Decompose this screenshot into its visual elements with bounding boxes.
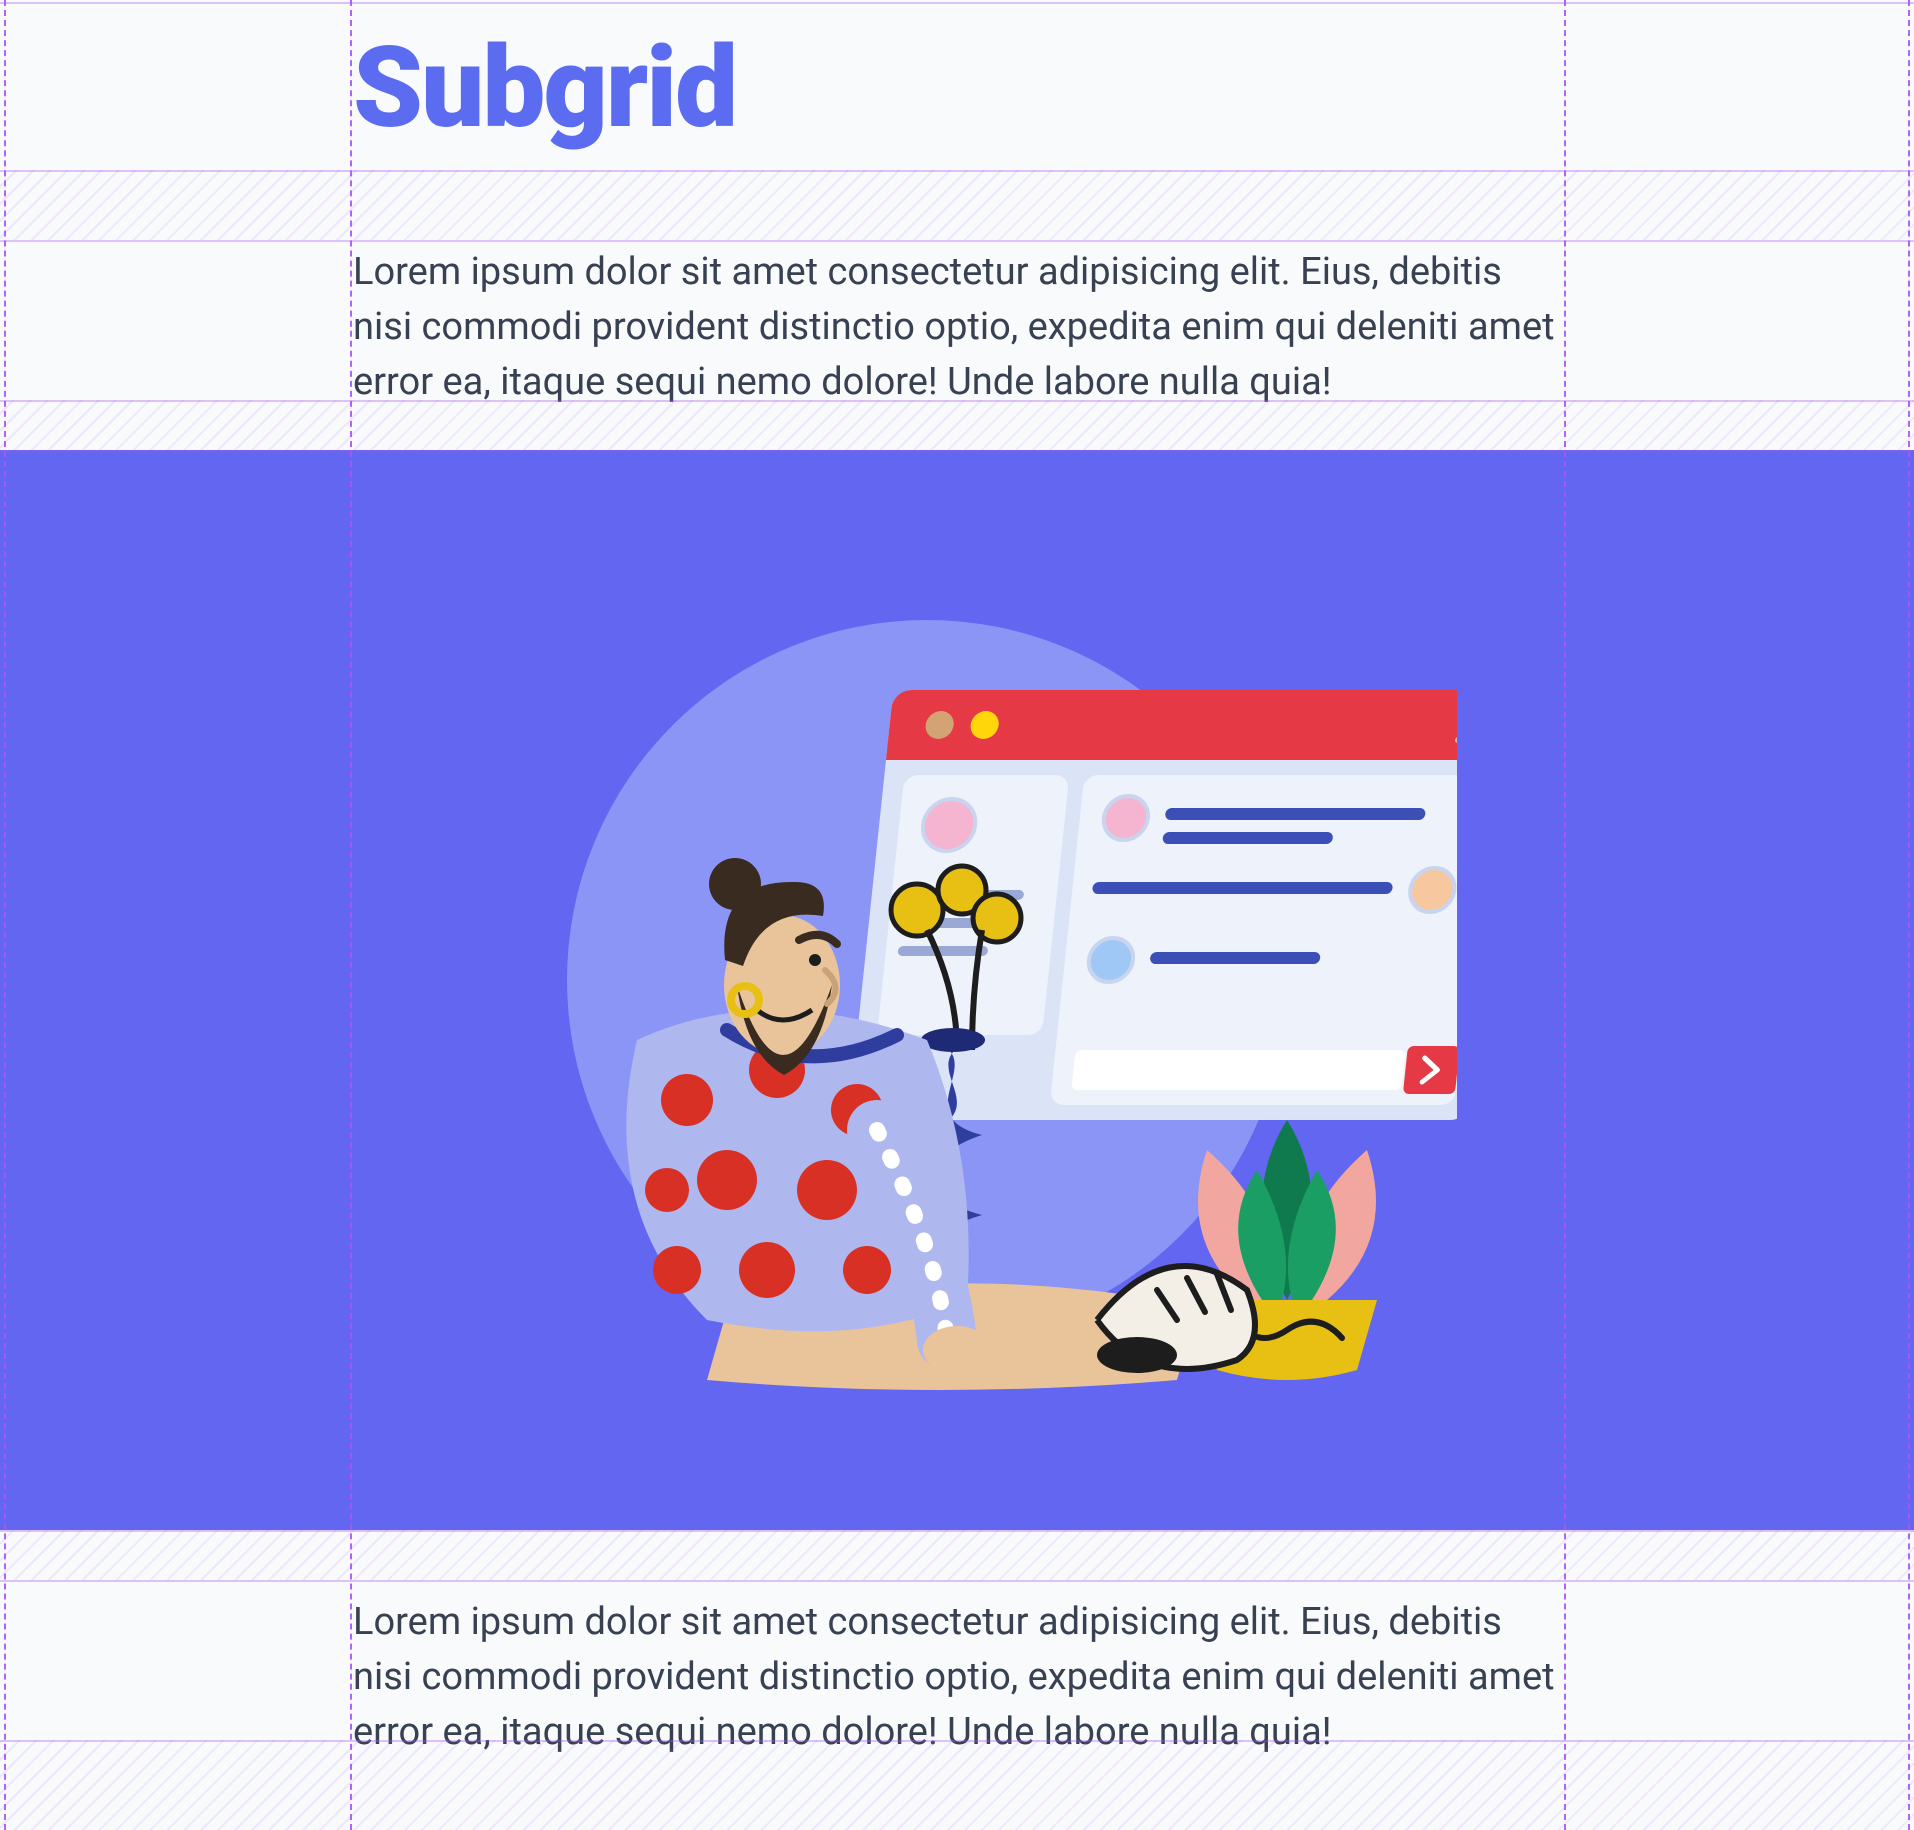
page-title: Subgrid — [353, 0, 1561, 148]
second-paragraph: Lorem ipsum dolor sit amet consectetur a… — [353, 1595, 1561, 1760]
page-viewport: Subgrid Lorem ipsum dolor sit amet conse… — [0, 0, 1914, 1830]
intro-paragraph: Lorem ipsum dolor sit amet consectetur a… — [353, 245, 1561, 410]
hero-illustration-panel — [0, 450, 1914, 1530]
person-with-browser-window-illustration — [457, 560, 1457, 1420]
content-column: Subgrid Lorem ipsum dolor sit amet conse… — [353, 0, 1561, 148]
